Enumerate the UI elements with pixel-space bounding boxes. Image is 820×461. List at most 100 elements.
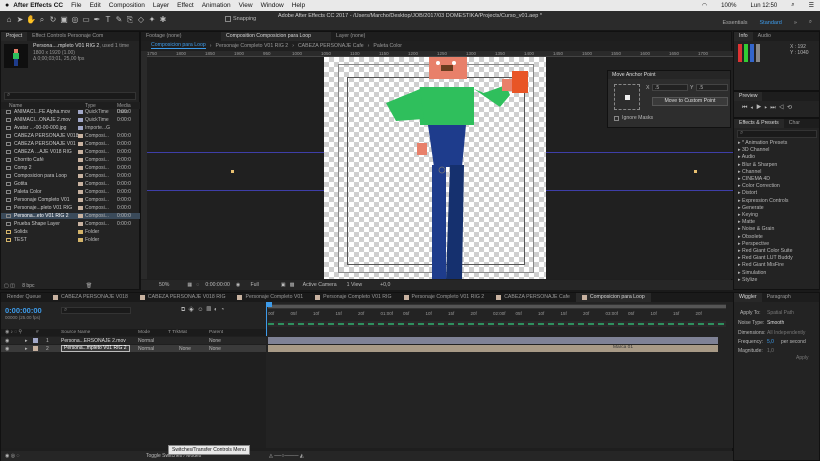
roto-tool-icon[interactable]: ✦ (147, 15, 157, 25)
layer-visibility-icon[interactable]: ◉ (5, 338, 9, 344)
menu-list-icon[interactable]: ☰ (809, 2, 814, 9)
dimensions-select[interactable]: All Independently (767, 330, 805, 336)
timeline-ruler[interactable]: 00f 05f 10f 15f 20f 01:00f 05f 10f 15f 20f 02:00f 0… (268, 311, 726, 319)
timeline-footer-icons[interactable]: ◉ ◎ ◌ (5, 453, 19, 459)
clone-tool-icon[interactable]: ⎘ (125, 15, 135, 25)
project-item[interactable]: Gotita Composi... 0:00:0 (1, 181, 141, 187)
loop-icon[interactable]: ⟲ (787, 105, 795, 111)
menu-view[interactable]: View (239, 2, 253, 9)
effect-category[interactable]: ▸ Distort (738, 190, 757, 196)
home-icon[interactable]: ⌂ (4, 15, 14, 25)
effect-category[interactable]: ▸ Blur & Sharpen (738, 162, 777, 168)
tab-wiggler[interactable]: Wiggler (734, 293, 762, 302)
layer-label-color[interactable] (33, 338, 38, 343)
noise-type-select[interactable]: Smooth (767, 320, 784, 326)
tab-info[interactable]: Info (734, 32, 753, 41)
project-item[interactable]: ANIMACI...ONAJE 2.mov QuickTime 0:00:0 (1, 117, 141, 123)
project-item[interactable]: Composicion para Loop Composi... 0:00:0 (1, 173, 141, 179)
resolution-select[interactable]: Full (250, 282, 258, 288)
selection-tool-icon[interactable]: ➤ (15, 15, 25, 25)
work-area-range[interactable] (268, 305, 726, 308)
effect-category[interactable]: ▸ Color Correction (738, 183, 780, 189)
last-frame-icon[interactable]: ⏭ (770, 105, 778, 111)
tab-footage[interactable]: Footage (none) (141, 32, 221, 41)
effect-category[interactable]: ▸ Channel (738, 169, 761, 175)
graph-editor-icon[interactable]: ◔ (221, 307, 228, 313)
menu-help[interactable]: Help (292, 2, 305, 9)
layer-name[interactable]: Persona...mpleto V01 RIG 2 (61, 345, 130, 352)
battery-status[interactable]: 100% (721, 3, 736, 9)
layer-bar-1[interactable] (268, 337, 718, 344)
project-item[interactable]: CABEZA PERSONAJE V01 Composi... 0:00:0 (1, 141, 141, 147)
av-switches-icon[interactable]: ◉ ♪ ◌ ⚲ (5, 330, 22, 335)
type-tool-icon[interactable]: T (103, 15, 113, 25)
menu-window[interactable]: Window (261, 2, 284, 9)
layer-trkmat[interactable]: None (179, 346, 191, 352)
trash-icon[interactable]: 🗑 (86, 283, 92, 289)
effect-category[interactable]: ▸ Red Giant LUT Buddy (738, 255, 793, 261)
new-folder-icon[interactable]: ▢ (4, 283, 9, 289)
label-color-swatch[interactable] (78, 230, 83, 234)
layer-visibility-icon[interactable]: ◉ (5, 346, 9, 352)
label-color-swatch[interactable] (78, 134, 83, 138)
transparency-grid-icon[interactable]: ▩ (290, 282, 295, 288)
label-color-swatch[interactable] (78, 118, 83, 122)
layer-expand-icon[interactable]: ▸ (25, 338, 28, 344)
search-help-icon[interactable]: ⌕ (809, 19, 812, 26)
tab-character[interactable]: Char (784, 119, 805, 128)
tab-effects-presets[interactable]: Effects & Presets (734, 119, 784, 128)
ignore-masks-checkbox[interactable] (614, 116, 619, 121)
effect-category[interactable]: ▸ Expression Controls (738, 198, 788, 204)
audio-icon[interactable]: ◁ (779, 105, 787, 111)
label-color-swatch[interactable] (78, 190, 83, 194)
breadcrumb-cabeza[interactable]: CABEZA PERSONAJE Cafe (298, 43, 364, 49)
effect-category[interactable]: ▸ Red Giant Color Suite (738, 248, 793, 254)
timeline-search-input[interactable]: ⌕ (61, 307, 131, 314)
magnitude-value[interactable]: 1,0 (767, 348, 774, 354)
label-color-swatch[interactable] (78, 214, 83, 218)
label-color-swatch[interactable] (78, 150, 83, 154)
effect-category[interactable]: ▸ CINEMA 4D (738, 176, 770, 182)
label-color-swatch[interactable] (78, 198, 83, 202)
layer-row[interactable]: ◉ ▸ 1 Persona...ERSONAJE 2.mov Normal No… (1, 337, 266, 344)
breadcrumb-paleta[interactable]: Paleta Color (373, 43, 402, 49)
label-color-swatch[interactable] (78, 126, 83, 130)
label-color-swatch[interactable] (78, 238, 83, 242)
tab-composition[interactable]: Composition Composicion para Loop (221, 32, 331, 41)
column-source-name[interactable]: Source Name (61, 330, 90, 335)
project-item[interactable]: ANIMACI...FE Alpha.mov QuickTime 0:00:0 (1, 109, 141, 115)
layer-mode[interactable]: Normal (138, 346, 154, 352)
timeline-tab[interactable]: Render Queue (1, 293, 47, 302)
menu-effect[interactable]: Effect (177, 2, 194, 9)
menu-composition[interactable]: Composition (109, 2, 145, 9)
anchor-grid[interactable] (614, 84, 640, 110)
exposure-value[interactable]: +0,0 (380, 282, 390, 288)
anchor-y-field[interactable]: .5 (696, 84, 728, 91)
workspace-standard[interactable]: Standard (760, 20, 782, 26)
timeline-zoom-area[interactable] (268, 321, 726, 327)
anchor-x-field[interactable]: .5 (652, 84, 688, 91)
tab-layer[interactable]: Layer (none) (331, 32, 370, 41)
new-comp-icon[interactable]: ◫ (10, 283, 15, 289)
project-item[interactable]: Chorrito Café Composi... 0:00:0 (1, 157, 141, 163)
effects-search-input[interactable]: ⌕ (737, 130, 817, 138)
region-icon[interactable]: ▣ (281, 282, 286, 288)
label-color-swatch[interactable] (78, 142, 83, 146)
workspace-more-icon[interactable]: » (794, 20, 797, 26)
grid-icon[interactable]: ▦ (187, 282, 192, 288)
wifi-icon[interactable]: ◠ (702, 2, 707, 9)
project-item[interactable]: Personaje Completo V01 Composi... 0:00:0 (1, 197, 141, 203)
menu-edit[interactable]: Edit (90, 2, 101, 9)
project-item[interactable]: CABEZA PERSONAJE V018 Composi... 0:00:0 (1, 133, 141, 139)
frame-blend-icon[interactable]: ▤ (206, 307, 214, 313)
tab-effect-controls[interactable]: Effect Controls Personaje Com (27, 32, 108, 41)
label-icon[interactable]: # (36, 330, 39, 335)
layer-name[interactable]: Persona...ERSONAJE 2.mov (61, 338, 126, 344)
hand-tool-icon[interactable]: ✋ (26, 15, 36, 25)
project-item[interactable]: Paleta Color Composi... 0:00:0 (1, 189, 141, 195)
layer-handle-left[interactable] (231, 170, 234, 173)
breadcrumb-personaje[interactable]: Personaje Completo V01 RIG 2 (216, 43, 289, 49)
label-color-swatch[interactable] (78, 182, 83, 186)
tab-paragraph[interactable]: Paragraph (762, 293, 796, 302)
current-time[interactable]: 0:00:00:00 (205, 282, 230, 288)
